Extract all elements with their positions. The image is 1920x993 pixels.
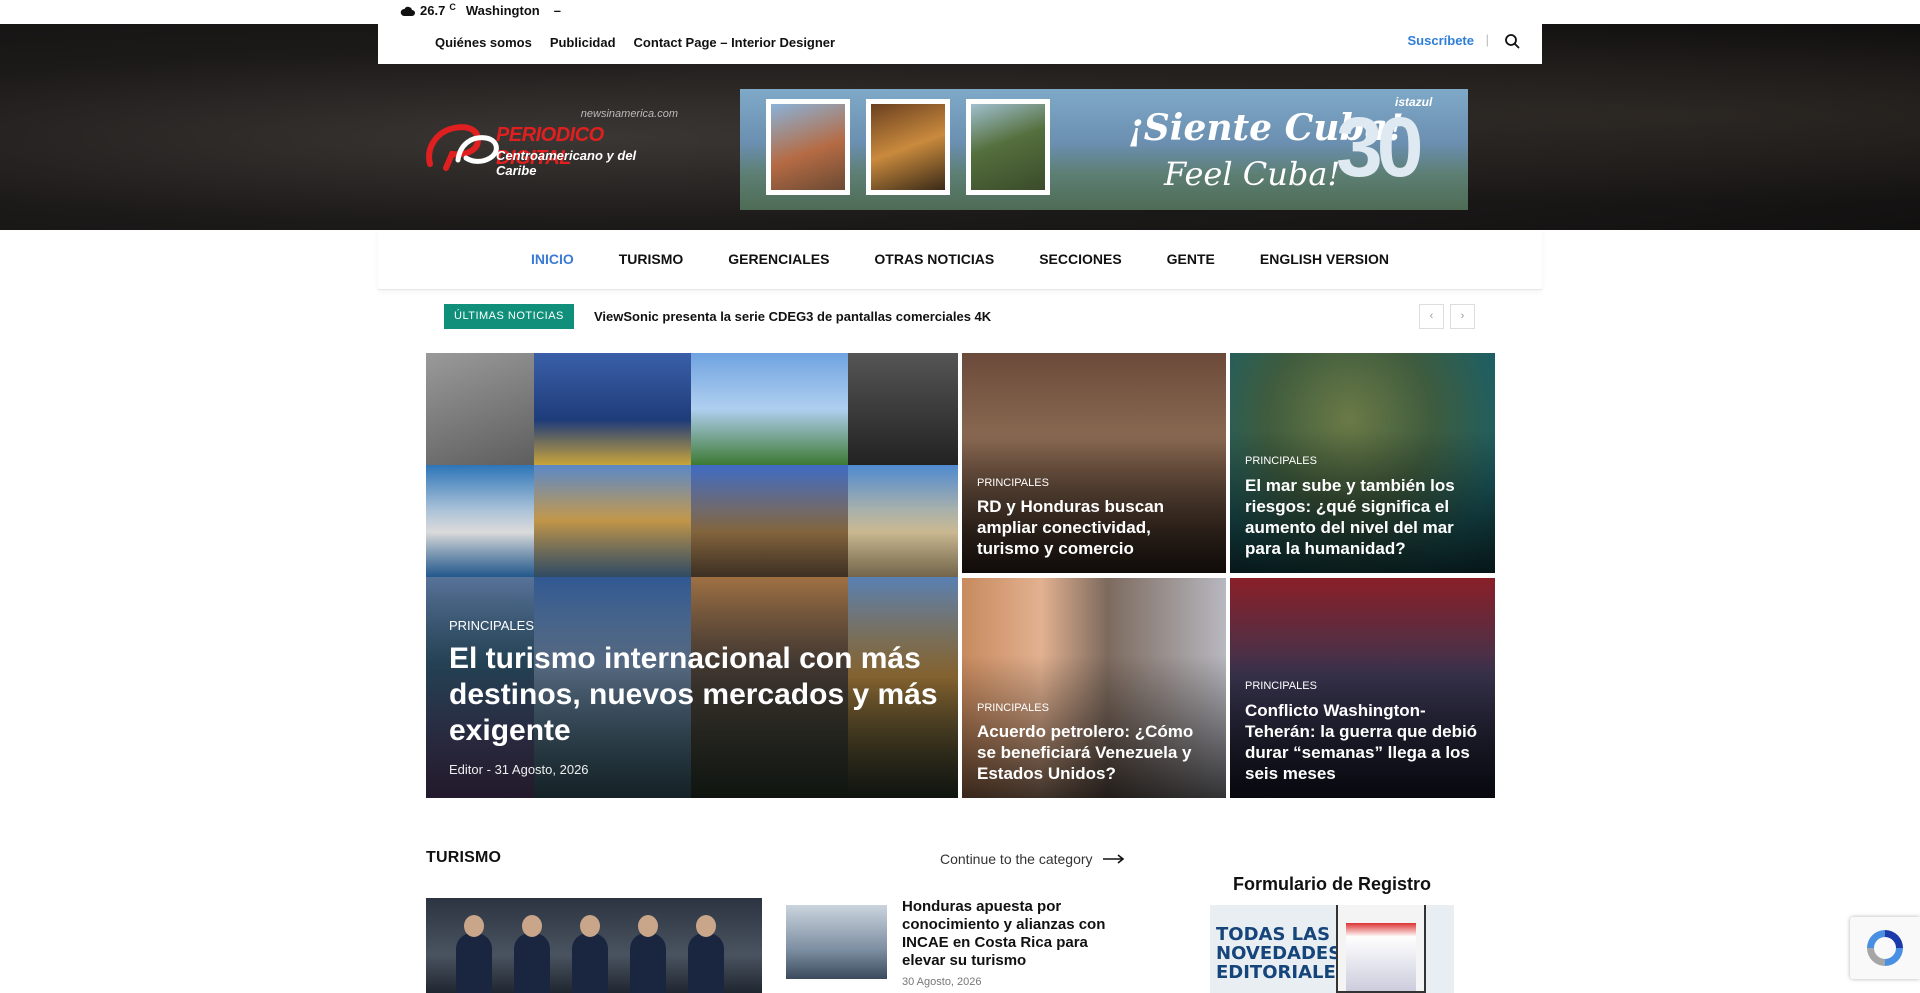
promo-line-2: NOVEDADES bbox=[1216, 943, 1342, 964]
weather-dash: – bbox=[553, 3, 561, 18]
long-arrow-right-icon bbox=[1102, 854, 1124, 864]
secondary-nav-links: Quiénes somos Publicidad Contact Page – … bbox=[435, 35, 835, 50]
nav-item-gerenciales[interactable]: GERENCIALES bbox=[728, 251, 829, 267]
nav-item-english-version[interactable]: ENGLISH VERSION bbox=[1260, 251, 1389, 267]
nav-item-otras-noticias[interactable]: OTRAS NOTICIAS bbox=[874, 251, 994, 267]
weather-city: Washington bbox=[465, 3, 540, 18]
featured-article-category[interactable]: PRINCIPALES bbox=[977, 477, 1049, 489]
logo-mark-icon bbox=[426, 124, 499, 171]
featured-article-category[interactable]: PRINCIPALES bbox=[1245, 455, 1317, 467]
recaptcha-icon bbox=[1867, 930, 1903, 966]
recaptcha-badge[interactable] bbox=[1850, 917, 1920, 979]
featured-main-article[interactable]: PRINCIPALES El turismo internacional con… bbox=[426, 353, 958, 798]
featured-article-1[interactable]: PRINCIPALES RD y Honduras buscan ampliar… bbox=[962, 353, 1226, 573]
nav-link-contact[interactable]: Contact Page – Interior Designer bbox=[634, 35, 836, 50]
nav-item-secciones[interactable]: SECCIONES bbox=[1039, 251, 1121, 267]
news-ticker: ÚLTIMAS NOTICIAS ViewSonic presenta la s… bbox=[444, 304, 1476, 330]
registration-promo-image[interactable]: TODAS LAS NOVEDADES EDITORIALES bbox=[1210, 905, 1454, 993]
ticker-prev-button[interactable]: ‹ bbox=[1419, 304, 1444, 329]
nav-link-publicidad[interactable]: Publicidad bbox=[550, 35, 616, 50]
featured-main-title[interactable]: El turismo internacional con más destino… bbox=[449, 641, 946, 749]
ticker-headline[interactable]: ViewSonic presenta la serie CDEG3 de pan… bbox=[594, 309, 991, 324]
nav-item-inicio[interactable]: INICIO bbox=[531, 251, 574, 267]
logo-site-url: newsinamerica.com bbox=[580, 108, 678, 120]
featured-article-3[interactable]: PRINCIPALES Acuerdo petrolero: ¿Cómo se … bbox=[962, 578, 1226, 798]
featured-article-category[interactable]: PRINCIPALES bbox=[977, 702, 1049, 714]
banner-anniversary-number: 30 bbox=[1336, 100, 1423, 194]
site-logo[interactable]: newsinamerica.com PERIODICO DIGITAL Cent… bbox=[424, 108, 680, 178]
nav-link-quienes-somos[interactable]: Quiénes somos bbox=[435, 35, 532, 50]
banner-photo-2 bbox=[866, 99, 950, 195]
featured-article-category[interactable]: PRINCIPALES bbox=[1245, 680, 1317, 692]
banner-brand: istazul bbox=[1395, 95, 1433, 109]
promo-line-1: TODAS LAS bbox=[1216, 924, 1331, 945]
featured-main-category[interactable]: PRINCIPALES bbox=[449, 618, 534, 633]
featured-main-author[interactable]: Editor bbox=[449, 762, 483, 777]
top-bar: 26.7 C Washington – bbox=[0, 0, 1920, 24]
registration-form-title: Formulario de Registro bbox=[1233, 874, 1432, 894]
turismo-article-date: 30 Agosto, 2026 bbox=[902, 976, 982, 988]
featured-article-title[interactable]: RD y Honduras buscan ampliar conectivida… bbox=[977, 496, 1214, 559]
featured-article-title[interactable]: Conflicto Washington-Teherán: la guerra … bbox=[1245, 700, 1483, 784]
search-icon[interactable] bbox=[1504, 33, 1520, 49]
main-nav: INICIO TURISMO GERENCIALES OTRAS NOTICIA… bbox=[378, 230, 1542, 290]
promo-line-3: EDITORIALES bbox=[1216, 962, 1349, 983]
banner-photo-3 bbox=[966, 99, 1050, 195]
promo-text: TODAS LAS NOVEDADES EDITORIALES bbox=[1216, 925, 1349, 982]
continue-to-category-label: Continue to the category bbox=[940, 851, 1093, 867]
banner-photo-1 bbox=[766, 99, 850, 195]
cloud-icon bbox=[400, 6, 415, 16]
featured-main-meta: Editor - 31 Agosto, 2026 bbox=[449, 762, 589, 777]
featured-article-4[interactable]: PRINCIPALES Conflicto Washington-Teherán… bbox=[1230, 578, 1495, 798]
featured-article-2[interactable]: PRINCIPALES El mar sube y también los ri… bbox=[1230, 353, 1495, 573]
featured-main-date: 31 Agosto, 2026 bbox=[494, 762, 589, 777]
banner-subline: Feel Cuba! bbox=[1164, 155, 1341, 193]
featured-article-title[interactable]: Acuerdo petrolero: ¿Cómo se beneficiará … bbox=[977, 721, 1214, 784]
nav-item-turismo[interactable]: TURISMO bbox=[619, 251, 684, 267]
turismo-lead-image[interactable] bbox=[426, 898, 762, 993]
logo-tagline: Centroamericano y del Caribe bbox=[496, 148, 637, 178]
subscribe-separator: | bbox=[1485, 32, 1489, 47]
ticker-label: ÚLTIMAS NOTICIAS bbox=[444, 304, 574, 329]
turismo-article-thumbnail[interactable] bbox=[786, 905, 887, 979]
continue-to-category-link[interactable]: Continue to the category bbox=[940, 851, 1125, 867]
weather-unit: C bbox=[449, 1, 456, 12]
featured-article-title[interactable]: El mar sube y también los riesgos: ¿qué … bbox=[1245, 475, 1483, 559]
ad-banner[interactable]: ¡Siente Cuba! Feel Cuba! 30 istazul bbox=[740, 89, 1468, 210]
featured-main-separator: - bbox=[486, 762, 491, 777]
nav-item-gente[interactable]: GENTE bbox=[1167, 251, 1215, 267]
section-heading-turismo[interactable]: TURISMO bbox=[426, 849, 501, 867]
secondary-nav: Quiénes somos Publicidad Contact Page – … bbox=[378, 24, 1542, 64]
ticker-next-button[interactable]: › bbox=[1450, 304, 1475, 329]
weather-temperature: 26.7 bbox=[420, 3, 446, 18]
promo-phone-image bbox=[1336, 905, 1426, 993]
turismo-article-title[interactable]: Honduras apuesta por conocimiento y alia… bbox=[902, 898, 1122, 970]
weather-widget: 26.7 C Washington – bbox=[400, 1, 561, 18]
subscribe-link[interactable]: Suscríbete bbox=[1408, 33, 1474, 48]
